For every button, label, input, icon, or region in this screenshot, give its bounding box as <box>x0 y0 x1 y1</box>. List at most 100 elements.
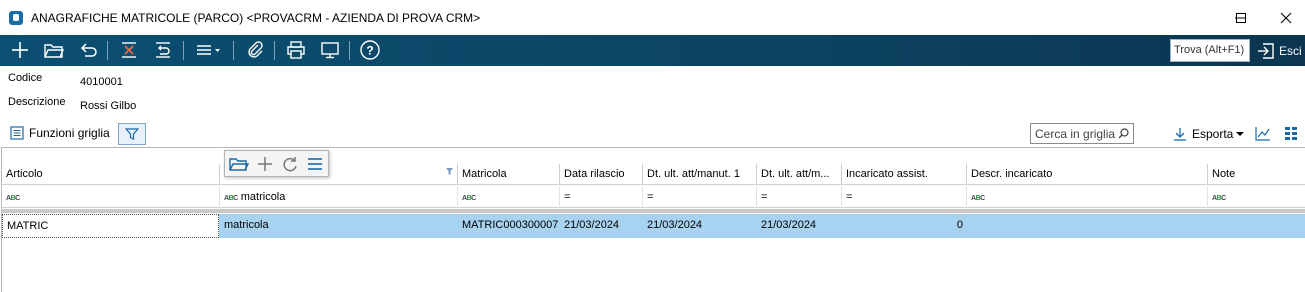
filter-cell-articolo[interactable]: ABC <box>2 186 220 208</box>
refresh-icon <box>283 157 297 172</box>
codice-label: Codice <box>8 72 43 84</box>
grid-functions-button[interactable]: Funzioni griglia <box>10 126 110 140</box>
toolbar-divider <box>107 41 108 60</box>
filter-cell-data-rilascio[interactable]: = <box>560 186 643 208</box>
exit-button[interactable]: Esci <box>1256 39 1302 62</box>
revert-icon <box>156 42 170 58</box>
grid-filter-row: ABC ABC matricola ABC = = = = ABC ABC <box>2 186 1305 208</box>
toolbar-divider <box>233 41 234 60</box>
filter-cell-note[interactable]: ABC <box>1208 186 1305 208</box>
grid-header-row: Articolo Descr. articolo Matricola Data … <box>2 164 1305 185</box>
svg-text:?: ? <box>366 44 373 58</box>
equals-icon: = <box>564 191 571 203</box>
descrizione-field[interactable]: Rossi Gilbo <box>80 100 136 112</box>
row-menu-button[interactable] <box>304 154 326 174</box>
cell-articolo[interactable]: MATRIC <box>2 214 219 238</box>
filter-cell-descr-articolo[interactable]: ABC matricola <box>220 186 458 208</box>
delete-button[interactable] <box>116 38 142 62</box>
toolbar-divider <box>274 41 275 60</box>
cell-data-rilascio[interactable]: 21/03/2024 <box>560 214 643 238</box>
menu-dropdown-button[interactable] <box>193 38 225 62</box>
exit-label: Esci <box>1279 43 1302 58</box>
close-icon <box>1280 12 1292 23</box>
column-filter-icon <box>446 168 453 175</box>
open-folder-icon <box>229 158 249 171</box>
add-icon <box>12 42 28 58</box>
column-header-data-rilascio[interactable]: Data rilascio <box>560 164 643 185</box>
close-button[interactable] <box>1263 0 1305 35</box>
cell-dt-ult-att-2[interactable]: 21/03/2024 <box>757 214 842 238</box>
find-input[interactable]: Trova (Alt+F1) <box>1170 39 1250 62</box>
chevron-down-icon <box>1236 132 1245 136</box>
column-header-dt-ult-att-2[interactable]: Dt. ult. att/m... <box>757 164 842 185</box>
open-folder-icon <box>44 44 65 58</box>
cell-incaricato[interactable]: 0 <box>842 214 967 238</box>
attach-button[interactable] <box>242 38 268 62</box>
cell-matricola[interactable]: MATRIC000300007 <box>458 214 560 238</box>
line-chart-icon <box>1255 127 1270 141</box>
refresh-button[interactable] <box>279 154 301 174</box>
add-button[interactable] <box>7 38 33 62</box>
column-header-dt-ult-att-1[interactable]: Dt. ult. att/manut. 1 <box>643 164 757 185</box>
help-icon: ? <box>360 40 380 60</box>
add-row-button[interactable] <box>254 154 276 174</box>
column-header-incaricato[interactable]: Incaricato assist. <box>842 164 967 185</box>
print-button[interactable] <box>283 38 309 62</box>
table-row[interactable]: MATRIC matricola MATRIC000300007 21/03/2… <box>2 214 1305 238</box>
filter-cell-dt-ult-att-2[interactable]: = <box>757 186 842 208</box>
column-header-matricola[interactable]: Matricola <box>458 164 560 185</box>
monitor-icon <box>321 42 339 59</box>
cell-dt-ult-att-1[interactable]: 21/03/2024 <box>643 214 757 238</box>
help-button[interactable]: ? <box>357 38 383 62</box>
toolbar-divider <box>349 41 350 60</box>
grid-icon <box>1285 127 1297 140</box>
filter-cell-descr-incaricato[interactable]: ABC <box>967 186 1208 208</box>
column-header-note[interactable]: Note <box>1208 164 1305 185</box>
screen-button[interactable] <box>317 38 343 62</box>
filter-cell-matricola[interactable]: ABC <box>458 186 560 208</box>
text-filter-icon: ABC <box>224 195 238 202</box>
print-icon <box>287 41 305 59</box>
main-toolbar: ? <box>0 35 1305 66</box>
delete-icon <box>122 42 136 58</box>
filter-icon <box>125 128 139 140</box>
window-title: ANAGRAFICHE MATRICOLE (PARCO) <PROVACRM … <box>31 11 481 25</box>
grid-functions-label: Funzioni griglia <box>29 126 110 140</box>
floating-row-toolbar <box>224 150 329 177</box>
search-icon <box>1118 128 1129 139</box>
export-button[interactable]: Esporta <box>1173 127 1245 141</box>
download-icon <box>1174 128 1186 141</box>
attach-icon <box>248 41 263 58</box>
undo-icon <box>80 43 97 57</box>
grid-search-input[interactable]: Cerca in griglia <box>1030 123 1134 144</box>
text-filter-icon: ABC <box>462 195 476 202</box>
undo-button[interactable] <box>75 38 101 62</box>
app-icon <box>9 11 23 25</box>
export-label: Esporta <box>1192 127 1234 141</box>
maximize-button[interactable] <box>1218 0 1264 35</box>
open-button[interactable] <box>41 38 67 62</box>
column-header-articolo[interactable]: Articolo <box>2 164 220 185</box>
maximize-icon <box>1236 12 1246 23</box>
filter-toggle-button[interactable] <box>118 123 146 145</box>
grid-separator <box>2 209 1305 213</box>
menu-icon <box>197 45 220 55</box>
grid-layout-button[interactable] <box>1285 127 1298 143</box>
filter-cell-incaricato[interactable]: = <box>842 186 967 208</box>
exit-icon <box>1258 42 1274 59</box>
codice-field[interactable]: 4010001 <box>80 76 123 88</box>
cell-descr-articolo[interactable]: matricola <box>220 214 458 238</box>
open-row-button[interactable] <box>228 154 250 174</box>
filter-cell-dt-ult-att-1[interactable]: = <box>643 186 757 208</box>
cell-descr-incaricato[interactable] <box>967 214 1208 238</box>
cell-note[interactable] <box>1208 214 1305 238</box>
grid-search-placeholder: Cerca in griglia <box>1035 127 1116 141</box>
title-bar: ANAGRAFICHE MATRICOLE (PARCO) <PROVACRM … <box>0 0 1305 35</box>
revert-button[interactable] <box>150 38 176 62</box>
equals-icon: = <box>647 191 654 203</box>
menu-icon <box>308 158 322 170</box>
text-filter-icon: ABC <box>971 195 985 202</box>
column-header-descr-incaricato[interactable]: Descr. incaricato <box>967 164 1208 185</box>
text-filter-icon: ABC <box>6 195 20 202</box>
chart-button[interactable] <box>1255 126 1271 144</box>
